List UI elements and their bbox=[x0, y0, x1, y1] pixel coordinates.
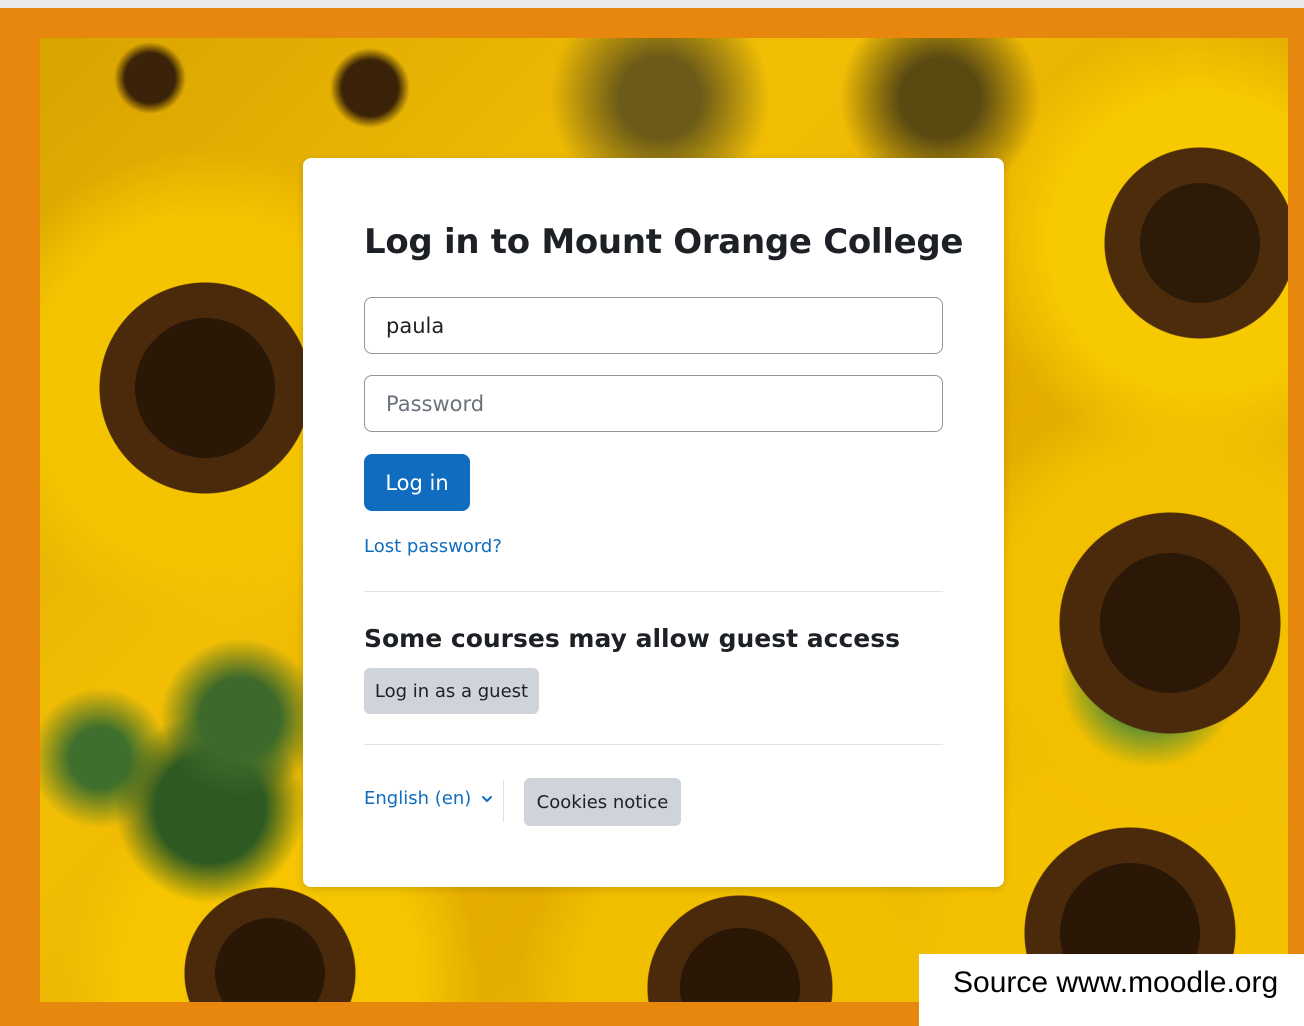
guest-login-button[interactable]: Log in as a guest bbox=[364, 668, 539, 714]
login-button[interactable]: Log in bbox=[364, 454, 470, 511]
lost-password-link[interactable]: Lost password? bbox=[364, 536, 502, 557]
page-title: Log in to Mount Orange College bbox=[364, 222, 964, 262]
login-card: Log in to Mount Orange College Log in Lo… bbox=[303, 158, 1004, 887]
top-strip bbox=[0, 0, 1304, 8]
source-caption-text: Source www.moodle.org bbox=[953, 966, 1279, 999]
footer-separator bbox=[503, 780, 504, 822]
chevron-down-icon bbox=[482, 795, 493, 802]
divider bbox=[364, 744, 943, 745]
password-input[interactable] bbox=[364, 375, 943, 432]
source-caption: Source www.moodle.org bbox=[919, 954, 1304, 1026]
username-input[interactable] bbox=[364, 297, 943, 354]
guest-access-heading: Some courses may allow guest access bbox=[364, 624, 900, 653]
cookies-notice-button[interactable]: Cookies notice bbox=[524, 778, 681, 826]
language-selector[interactable]: English (en) bbox=[364, 788, 493, 809]
language-label: English (en) bbox=[364, 788, 472, 809]
divider bbox=[364, 591, 943, 592]
